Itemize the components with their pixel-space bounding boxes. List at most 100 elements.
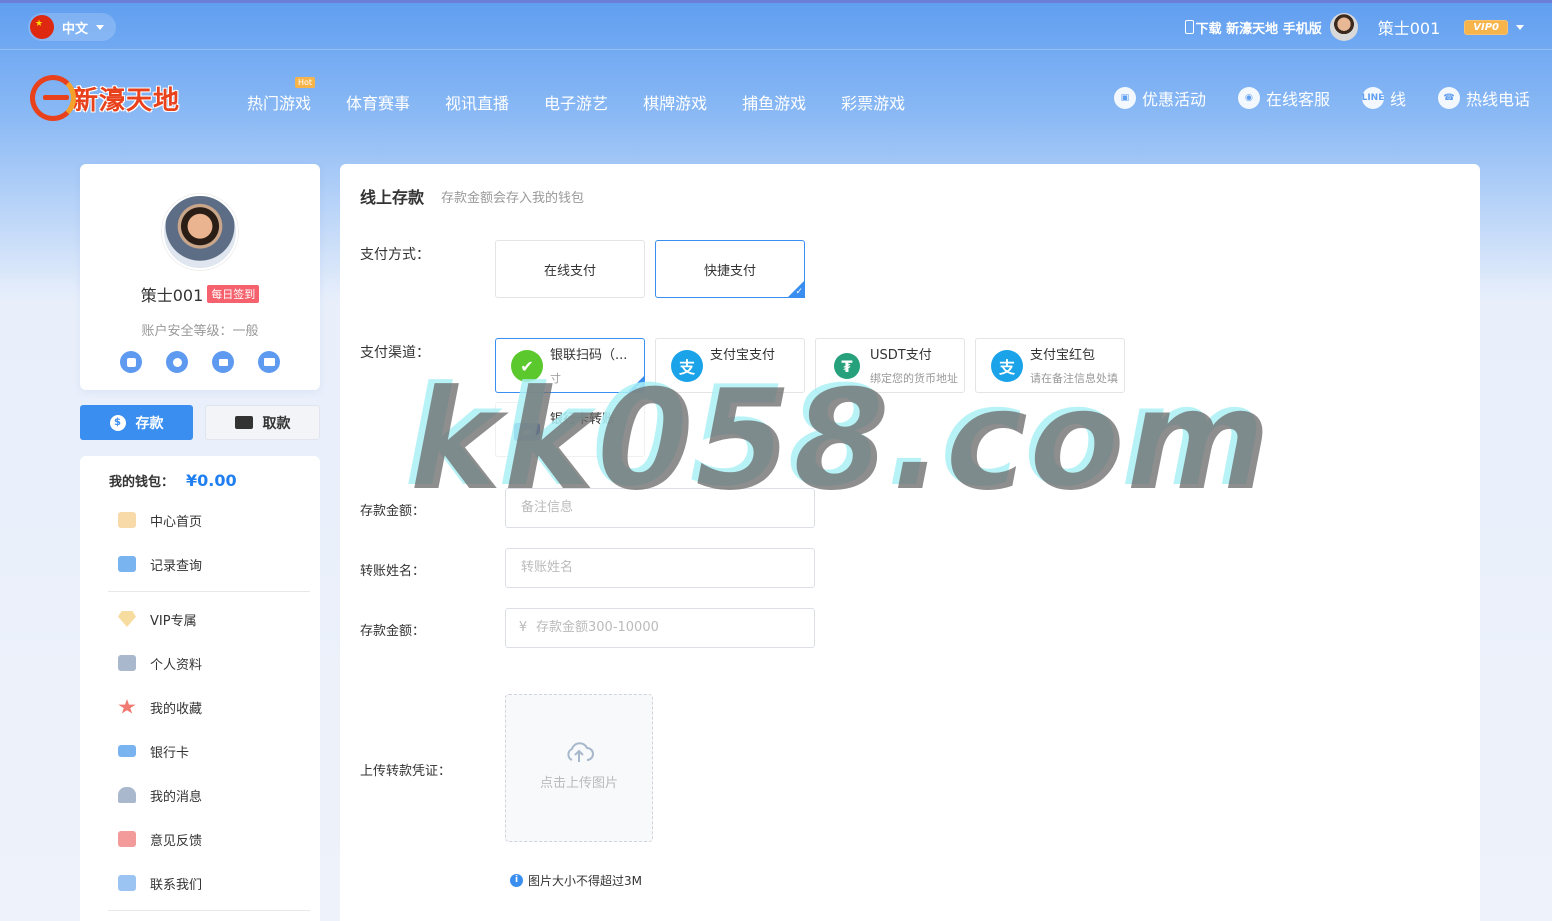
sidebar-item-feedback[interactable]: 意见反馈 xyxy=(118,829,202,849)
chevron-down-icon[interactable] xyxy=(1516,24,1524,30)
method-online-pay[interactable]: 在线支付 xyxy=(495,240,645,298)
alipay-icon: 支 xyxy=(991,350,1023,382)
payment-method-label: 支付方式： xyxy=(360,247,430,263)
nav-item-slots[interactable]: 电子游艺 xyxy=(544,90,608,114)
channel-alipay-redpacket[interactable]: 支 支付宝红包 请在备注信息处填 xyxy=(975,338,1125,393)
channel-alipay[interactable]: 支 支付宝支付 xyxy=(655,338,805,393)
check-icon: ✓ xyxy=(635,382,643,392)
gift-icon: ▣ xyxy=(1113,87,1136,109)
mobile-icon[interactable] xyxy=(120,351,142,373)
support-link[interactable]: ◉ 在线客服 xyxy=(1237,86,1330,110)
top-username[interactable]: 策士001 xyxy=(1378,15,1441,39)
wallet-icon xyxy=(234,416,253,429)
bank-card-icon xyxy=(118,745,136,757)
info-icon: i xyxy=(510,874,523,887)
divider xyxy=(108,591,310,592)
sidebar-item-records[interactable]: 记录查询 xyxy=(118,554,202,574)
header-right-links: ▣ 优惠活动 ◉ 在线客服 LINE 线 ☎ 热线电话 xyxy=(1082,86,1530,110)
transfer-name-label: 转账姓名： xyxy=(360,564,426,579)
feedback-icon xyxy=(118,831,136,847)
daily-checkin-button[interactable]: 每日签到 xyxy=(207,285,260,303)
avatar[interactable] xyxy=(1329,13,1358,41)
logo[interactable]: 新濠天地 xyxy=(30,74,180,122)
sidebar-item-vip[interactable]: VIP专属 xyxy=(118,609,197,629)
deposit-panel: 线上存款 存款金额会存入我的钱包 支付方式： 在线支付 快捷支付 ✓ 支付渠道： … xyxy=(340,164,1480,921)
language-selector[interactable]: 中文 xyxy=(28,13,116,41)
china-flag-icon xyxy=(30,15,54,39)
main-header: 新濠天地 热门游戏 Hot 体育赛事 视讯直播 电子游艺 棋牌游戏 捕鱼游戏 彩票… xyxy=(0,50,1552,150)
sidebar-item-home[interactable]: 中心首页 xyxy=(118,510,202,530)
line-icon: LINE xyxy=(1362,87,1384,109)
profile-card: 策士001 每日签到 账户安全等级：一般 xyxy=(80,164,320,390)
logo-text: 新濠天地 xyxy=(72,85,181,116)
star-icon xyxy=(118,699,136,714)
upload-label: 上传转款凭证： xyxy=(360,764,452,779)
security-icons xyxy=(80,351,320,373)
wallet-amount: ¥0.00 xyxy=(186,471,237,490)
nav-item-cards[interactable]: 棋牌游戏 xyxy=(643,90,707,114)
amount-label-2: 存款金额： xyxy=(360,624,426,639)
wallet-balance: 我的钱包： ¥0.00 xyxy=(109,471,237,490)
user-icon[interactable] xyxy=(166,351,188,373)
avatar[interactable] xyxy=(162,194,238,270)
hot-badge: Hot xyxy=(295,77,316,88)
bank-card-icon: ▬ xyxy=(514,423,540,441)
method-quick-pay[interactable]: 快捷支付 ✓ xyxy=(655,240,805,298)
vip-badge: VIP0 xyxy=(1464,19,1508,35)
amount-label: 存款金额： xyxy=(360,504,426,519)
phone-icon: ☎ xyxy=(1437,87,1460,109)
nav-item-hot-games[interactable]: 热门游戏 Hot xyxy=(247,77,316,114)
sidebar-menu: 我的钱包： ¥0.00 中心首页 记录查询 VIP专属 个人资料 我的收藏 银行… xyxy=(80,456,320,921)
bell-icon xyxy=(118,787,136,803)
upload-text: 点击上传图片 xyxy=(539,776,618,791)
tether-icon: ₮ xyxy=(834,353,860,379)
id-card-icon xyxy=(118,655,136,671)
sidebar-item-messages[interactable]: 我的消息 xyxy=(118,785,202,805)
download-app-link[interactable]: 下载 新濠天地 手机版 xyxy=(1196,18,1322,37)
nav-item-live[interactable]: 视讯直播 xyxy=(445,90,509,114)
wechat-pay-icon: ✔ xyxy=(511,350,543,382)
withdraw-button[interactable]: 取款 xyxy=(205,405,320,440)
page-subtitle: 存款金额会存入我的钱包 xyxy=(441,191,585,206)
clipboard-icon xyxy=(118,556,136,572)
home-icon xyxy=(118,512,136,528)
sidebar-item-contact[interactable]: 联系我们 xyxy=(118,873,202,893)
channel-usdt[interactable]: ₮ USDT支付 绑定您的货币地址 xyxy=(815,338,965,393)
deposit-button[interactable]: $ 存款 xyxy=(80,405,193,440)
upload-area[interactable]: 点击上传图片 xyxy=(505,694,653,842)
amount-input[interactable]: ¥ 存款金额300-10000 xyxy=(505,608,815,648)
cloud-upload-icon xyxy=(564,740,594,764)
channel-unionpay-scan[interactable]: ✔ 银联扫码（... 寸 ✓ xyxy=(495,338,645,393)
nav-item-fishing[interactable]: 捕鱼游戏 xyxy=(742,90,806,114)
main-nav: 热门游戏 Hot 体育赛事 视讯直播 电子游艺 棋牌游戏 捕鱼游戏 彩票游戏 xyxy=(247,77,940,114)
promotions-link[interactable]: ▣ 优惠活动 xyxy=(1113,86,1206,110)
check-icon: ✓ xyxy=(795,287,803,297)
line-link[interactable]: LINE 线 xyxy=(1362,86,1406,110)
top-bar-right: 下载 新濠天地 手机版 策士001 VIP0 xyxy=(1184,13,1524,41)
alipay-icon: 支 xyxy=(671,350,703,382)
currency-symbol: ¥ xyxy=(518,620,528,635)
language-label: 中文 xyxy=(62,21,89,37)
channel-bank-transfer[interactable]: ▬ 银行卡转账 xyxy=(495,402,645,457)
headset-icon: ◉ xyxy=(1237,87,1260,109)
nav-item-sports[interactable]: 体育赛事 xyxy=(346,90,410,114)
hotline-link[interactable]: ☎ 热线电话 xyxy=(1437,86,1530,110)
mail-icon[interactable] xyxy=(212,351,234,373)
transfer-name-input[interactable]: 转账姓名 xyxy=(505,548,815,588)
dollar-icon: $ xyxy=(109,414,126,431)
mobile-icon xyxy=(1184,20,1194,34)
payment-channel-label: 支付渠道： xyxy=(360,345,430,361)
sidebar-item-bank-card[interactable]: 银行卡 xyxy=(118,741,189,761)
logo-mark-icon xyxy=(30,75,76,121)
nav-item-lottery[interactable]: 彩票游戏 xyxy=(841,90,905,114)
page-title: 线上存款 xyxy=(360,188,425,207)
remark-input[interactable]: 备注信息 xyxy=(505,488,815,528)
chat-icon xyxy=(118,875,136,891)
sidebar-item-profile[interactable]: 个人资料 xyxy=(118,653,202,673)
profile-username: 策士001 xyxy=(140,286,204,305)
security-level: 账户安全等级：一般 xyxy=(141,324,259,339)
diamond-icon xyxy=(118,611,136,627)
top-bar: 中文 下载 新濠天地 手机版 策士001 VIP0 xyxy=(0,3,1552,50)
sidebar-item-favorites[interactable]: 我的收藏 xyxy=(118,697,202,717)
card-icon[interactable] xyxy=(258,351,280,373)
